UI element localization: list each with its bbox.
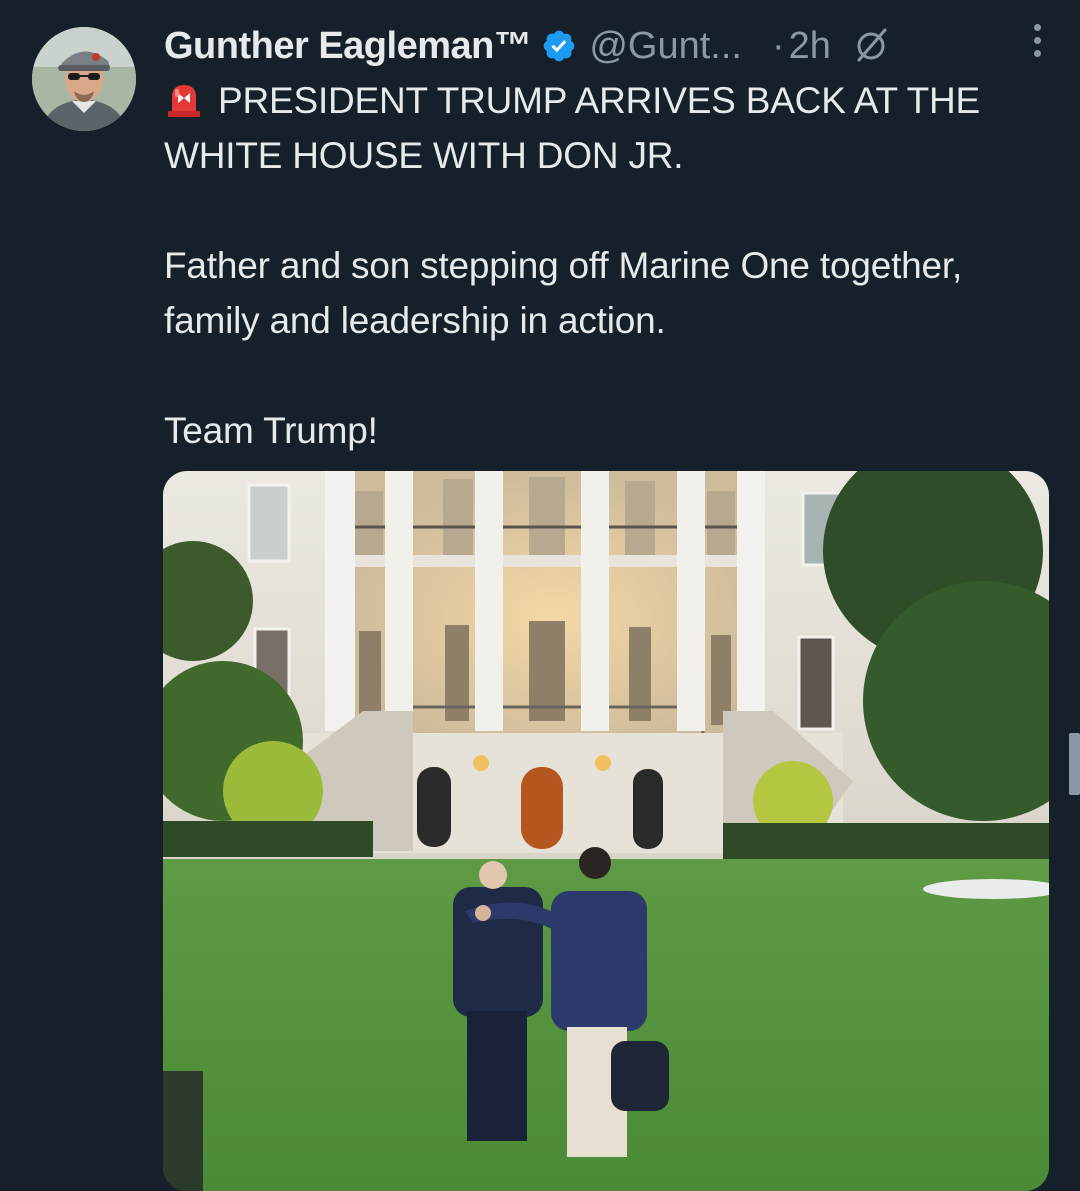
- scroll-handle[interactable]: [1069, 733, 1080, 795]
- tweet-headline: PRESIDENT TRUMP ARRIVES BACK AT THE WHIT…: [164, 80, 980, 176]
- timestamp[interactable]: 2h: [789, 25, 831, 68]
- tweet-paragraph-1: PRESIDENT TRUMP ARRIVES BACK AT THE WHIT…: [164, 73, 1044, 183]
- avatar-photo: [32, 27, 136, 131]
- tweet-text: PRESIDENT TRUMP ARRIVES BACK AT THE WHIT…: [164, 73, 1044, 458]
- verified-badge-icon[interactable]: [541, 28, 577, 64]
- more-options-icon[interactable]: [1030, 14, 1044, 66]
- tweet-header: Gunther Eagleman™ @Gunt... · 2h: [164, 20, 1060, 72]
- tweet-paragraph-2: Father and son stepping off Marine One t…: [164, 245, 963, 341]
- white-house-photo: [163, 471, 1049, 1191]
- author-handle[interactable]: @Gunt...: [589, 25, 742, 68]
- author-name[interactable]: Gunther Eagleman™: [164, 25, 532, 68]
- avatar[interactable]: [32, 27, 136, 131]
- grok-icon[interactable]: [851, 26, 891, 66]
- tweet-media-image[interactable]: [163, 471, 1049, 1191]
- dot-separator: ·: [771, 24, 785, 67]
- tweet-paragraph-3: Team Trump!: [164, 410, 378, 451]
- siren-emoji-icon: [168, 85, 200, 117]
